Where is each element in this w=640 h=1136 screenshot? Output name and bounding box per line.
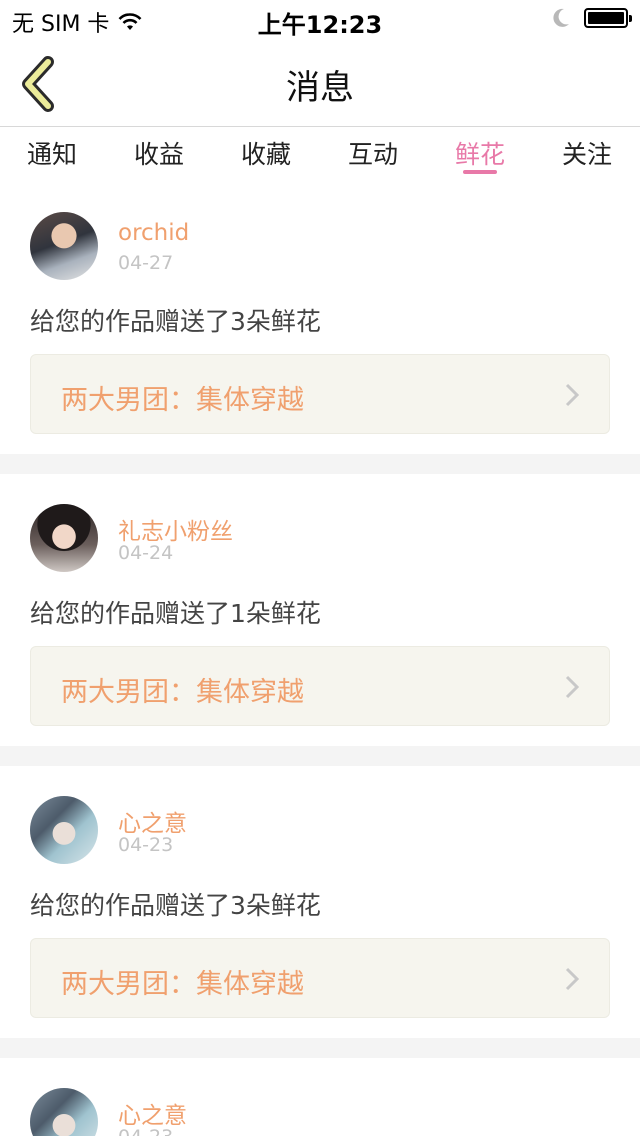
message-card: 心之意 04-23 [0,1058,640,1136]
message-text: 给您的作品赠送了1朵鲜花 [30,599,321,628]
work-link[interactable]: 两大男团：集体穿越 [30,354,610,434]
message-date: 04-24 [118,542,174,564]
clock: 上午12:23 [257,11,383,39]
work-link[interactable]: 两大男团：集体穿越 [30,646,610,726]
work-title: 两大男团：集体穿越 [61,677,304,708]
navigation-bar: 消息 [0,40,640,126]
tab-bar: 通知 收益 收藏 互动 鲜花 关注 [0,127,640,179]
active-tab-indicator [463,170,497,174]
chevron-right-icon [565,675,579,699]
message-date: 04-23 [118,1126,173,1136]
user-name[interactable]: orchid [118,220,189,246]
tab-favorites[interactable]: 收藏 [226,135,306,171]
user-name[interactable]: 心之意 [118,1096,187,1130]
tab-flowers[interactable]: 鲜花 [440,135,520,171]
message-text: 给您的作品赠送了3朵鲜花 [30,891,321,920]
message-date: 04-27 [118,252,174,274]
chevron-right-icon [565,383,579,407]
card-separator [0,746,640,766]
message-date: 04-23 [118,834,174,856]
avatar[interactable] [30,212,98,280]
page-title: 消息 [286,68,354,108]
avatar[interactable] [30,796,98,864]
battery-icon [584,8,632,28]
message-card: 礼志小粉丝 04-24 给您的作品赠送了1朵鲜花 两大男团：集体穿越 [0,474,640,746]
tab-earnings[interactable]: 收益 [119,135,199,171]
user-name[interactable]: 礼志小粉丝 [118,512,233,546]
message-card: 心之意 04-23 给您的作品赠送了3朵鲜花 两大男团：集体穿越 [0,766,640,1038]
card-separator [0,1038,640,1058]
avatar[interactable] [30,1088,98,1136]
card-separator [0,454,640,474]
moon-icon [553,8,569,27]
work-link[interactable]: 两大男团：集体穿越 [30,938,610,1018]
status-bar: 无 SIM 卡 上午12:23 [0,0,640,40]
tab-notifications[interactable]: 通知 [12,135,92,171]
tab-following[interactable]: 关注 [547,135,627,171]
message-text: 给您的作品赠送了3朵鲜花 [30,307,321,336]
chevron-right-icon [565,967,579,991]
user-name[interactable]: 心之意 [118,804,187,838]
message-card: orchid 04-27 给您的作品赠送了3朵鲜花 两大男团：集体穿越 [0,180,640,454]
avatar[interactable] [30,504,98,572]
work-title: 两大男团：集体穿越 [61,969,304,1000]
tab-interactions[interactable]: 互动 [333,135,413,171]
work-title: 两大男团：集体穿越 [61,385,304,416]
